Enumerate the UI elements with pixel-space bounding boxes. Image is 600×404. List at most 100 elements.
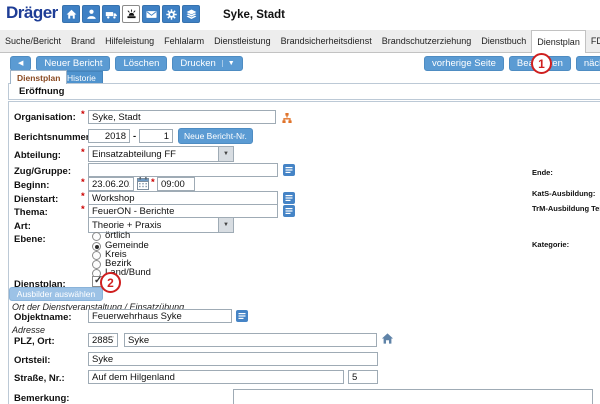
organisation-input[interactable]: [88, 110, 276, 124]
ebene-label: Ebene:: [14, 234, 46, 245]
delete-button[interactable]: Löschen: [115, 56, 167, 71]
tab-brandsicherheitsdienst[interactable]: Brandsicherheitsdienst: [276, 30, 377, 52]
kats-ausbildung-label: KatS-Ausbildung:: [532, 189, 595, 198]
zug-gruppe-input[interactable]: [88, 163, 278, 177]
next-page-button[interactable]: nächste Seite: [576, 56, 600, 71]
abteilung-label: Abteilung:: [14, 150, 61, 161]
ebene-radio-oertlich[interactable]: [92, 232, 101, 241]
chevron-down-icon: [218, 147, 233, 161]
chevron-down-icon: [218, 218, 233, 232]
thema-label: Thema:: [14, 207, 48, 218]
layers-icon: [185, 8, 198, 21]
strasse-label: Straße, Nr.:: [14, 373, 65, 384]
tab-dienstleistung[interactable]: Dienstleistung: [209, 30, 276, 52]
ebene-radio-kreis[interactable]: [92, 251, 101, 260]
beginn-label: Beginn:: [14, 180, 49, 191]
zug-gruppe-label: Zug/Gruppe:: [14, 166, 71, 177]
beginn-time-required: *: [151, 177, 155, 188]
thema-required: *: [81, 204, 85, 215]
section-header: Eröffnung: [8, 83, 600, 100]
new-report-button[interactable]: Neuer Bericht: [36, 56, 110, 71]
tab-dienstbuch[interactable]: Dienstbuch: [476, 30, 531, 52]
beginn-time-input[interactable]: [157, 177, 195, 191]
thema-lookup-icon[interactable]: [283, 205, 295, 217]
nav-tile-mail[interactable]: [142, 5, 160, 23]
bemerkung-textarea[interactable]: [233, 389, 593, 404]
art-label: Art:: [14, 221, 31, 232]
org-structure-icon[interactable]: [281, 112, 293, 124]
beginn-required: *: [81, 177, 85, 188]
calendar-icon[interactable]: [137, 177, 149, 190]
arrow-left-icon: ◀: [18, 60, 23, 67]
section-title: Eröffnung: [9, 86, 64, 97]
app-window: Dräger Syke, Stadt Suche/Bericht Brand H…: [0, 0, 600, 404]
nav-tile-person[interactable]: [82, 5, 100, 23]
berichtsnummer-separator: -: [133, 131, 136, 142]
zug-gruppe-lookup-icon[interactable]: [283, 164, 295, 176]
strasse-input[interactable]: [88, 370, 344, 384]
berichtsnummer-label: Berichtsnummer:: [14, 132, 93, 143]
nav-tile-siren-active[interactable]: [122, 5, 140, 23]
dienstart-input[interactable]: [88, 191, 278, 205]
fire-truck-icon: [105, 8, 118, 21]
toolbar-left: ◀ Neuer Bericht Löschen Drucken ▼: [10, 56, 243, 71]
nav-tile-fire-truck[interactable]: [102, 5, 120, 23]
berichtsnummer-number-input[interactable]: [139, 129, 173, 143]
abteilung-select[interactable]: Einsatzabteilung FF: [88, 146, 234, 162]
home-icon[interactable]: [381, 332, 394, 345]
organisation-required: *: [81, 109, 85, 120]
tab-brand[interactable]: Brand: [66, 30, 100, 52]
tab-fds-import[interactable]: FDS-Import: [586, 30, 600, 52]
back-button[interactable]: ◀: [10, 56, 31, 71]
ende-label: Ende:: [532, 168, 553, 177]
abteilung-select-value: Einsatzabteilung FF: [89, 149, 218, 160]
tab-dienstplan[interactable]: Dienstplan: [531, 30, 586, 53]
ebene-radio-bezirk[interactable]: [92, 260, 101, 269]
kategorie-label: Kategorie:: [532, 240, 569, 249]
print-button-label: Drucken: [180, 58, 215, 69]
art-select-value: Theorie + Praxis: [89, 220, 218, 231]
toolbar-right: vorherige Seite Bearbeiten nächste Seite: [424, 56, 600, 71]
ebene-radio-gemeinde-selected[interactable]: [92, 242, 101, 251]
page-title: Syke, Stadt: [223, 9, 285, 21]
hausnummer-input[interactable]: [348, 370, 378, 384]
previous-page-button[interactable]: vorherige Seite: [424, 56, 504, 71]
subtab-dienstplan[interactable]: Dienstplan: [10, 70, 67, 84]
bemerkung-label: Bemerkung:: [14, 393, 69, 404]
caret-down-icon: ▼: [222, 60, 235, 67]
ortsteil-input[interactable]: [88, 352, 378, 366]
tab-hilfeleistung[interactable]: Hilfeleistung: [100, 30, 159, 52]
thema-input[interactable]: [88, 204, 278, 218]
berichtsnummer-year-input[interactable]: [88, 129, 130, 143]
plz-ort-label: PLZ, Ort:: [14, 336, 55, 347]
beginn-date-input[interactable]: [88, 177, 134, 191]
plz-input[interactable]: [88, 333, 118, 347]
person-icon: [85, 8, 98, 21]
organisation-label: Organisation:: [14, 112, 76, 123]
nav-tile-settings[interactable]: [162, 5, 180, 23]
nav-tile-layers[interactable]: [182, 5, 200, 23]
mail-icon: [145, 8, 158, 21]
tab-brandschutzerziehung[interactable]: Brandschutzerziehung: [377, 30, 477, 52]
tab-suche-bericht[interactable]: Suche/Bericht: [0, 30, 66, 52]
annotation-step-1: 1: [531, 53, 552, 74]
select-instructor-button[interactable]: Ausbilder auswählen: [9, 287, 103, 301]
dienstart-lookup-icon[interactable]: [283, 192, 295, 204]
objektname-lookup-icon[interactable]: [236, 310, 248, 322]
ortsteil-label: Ortsteil:: [14, 355, 50, 366]
trm-ausbildung-label: TrM-Ausbildung Teil 2:: [532, 204, 600, 213]
header-icon-bar: [62, 5, 200, 23]
print-button[interactable]: Drucken ▼: [172, 56, 242, 71]
abteilung-required: *: [81, 147, 85, 158]
ort-input[interactable]: [124, 333, 377, 347]
siren-icon: [125, 8, 138, 21]
annotation-step-2: 2: [100, 272, 121, 293]
new-report-number-button[interactable]: Neue Bericht-Nr.: [178, 128, 253, 144]
tab-fehlalarm[interactable]: Fehlalarm: [159, 30, 209, 52]
home-icon: [65, 8, 78, 21]
objektname-input[interactable]: [88, 309, 232, 323]
objektname-label: Objektname:: [14, 312, 72, 323]
draeger-logo: Dräger: [6, 3, 58, 23]
nav-tile-home[interactable]: [62, 5, 80, 23]
main-nav: Suche/Bericht Brand Hilfeleistung Fehlal…: [0, 30, 600, 53]
